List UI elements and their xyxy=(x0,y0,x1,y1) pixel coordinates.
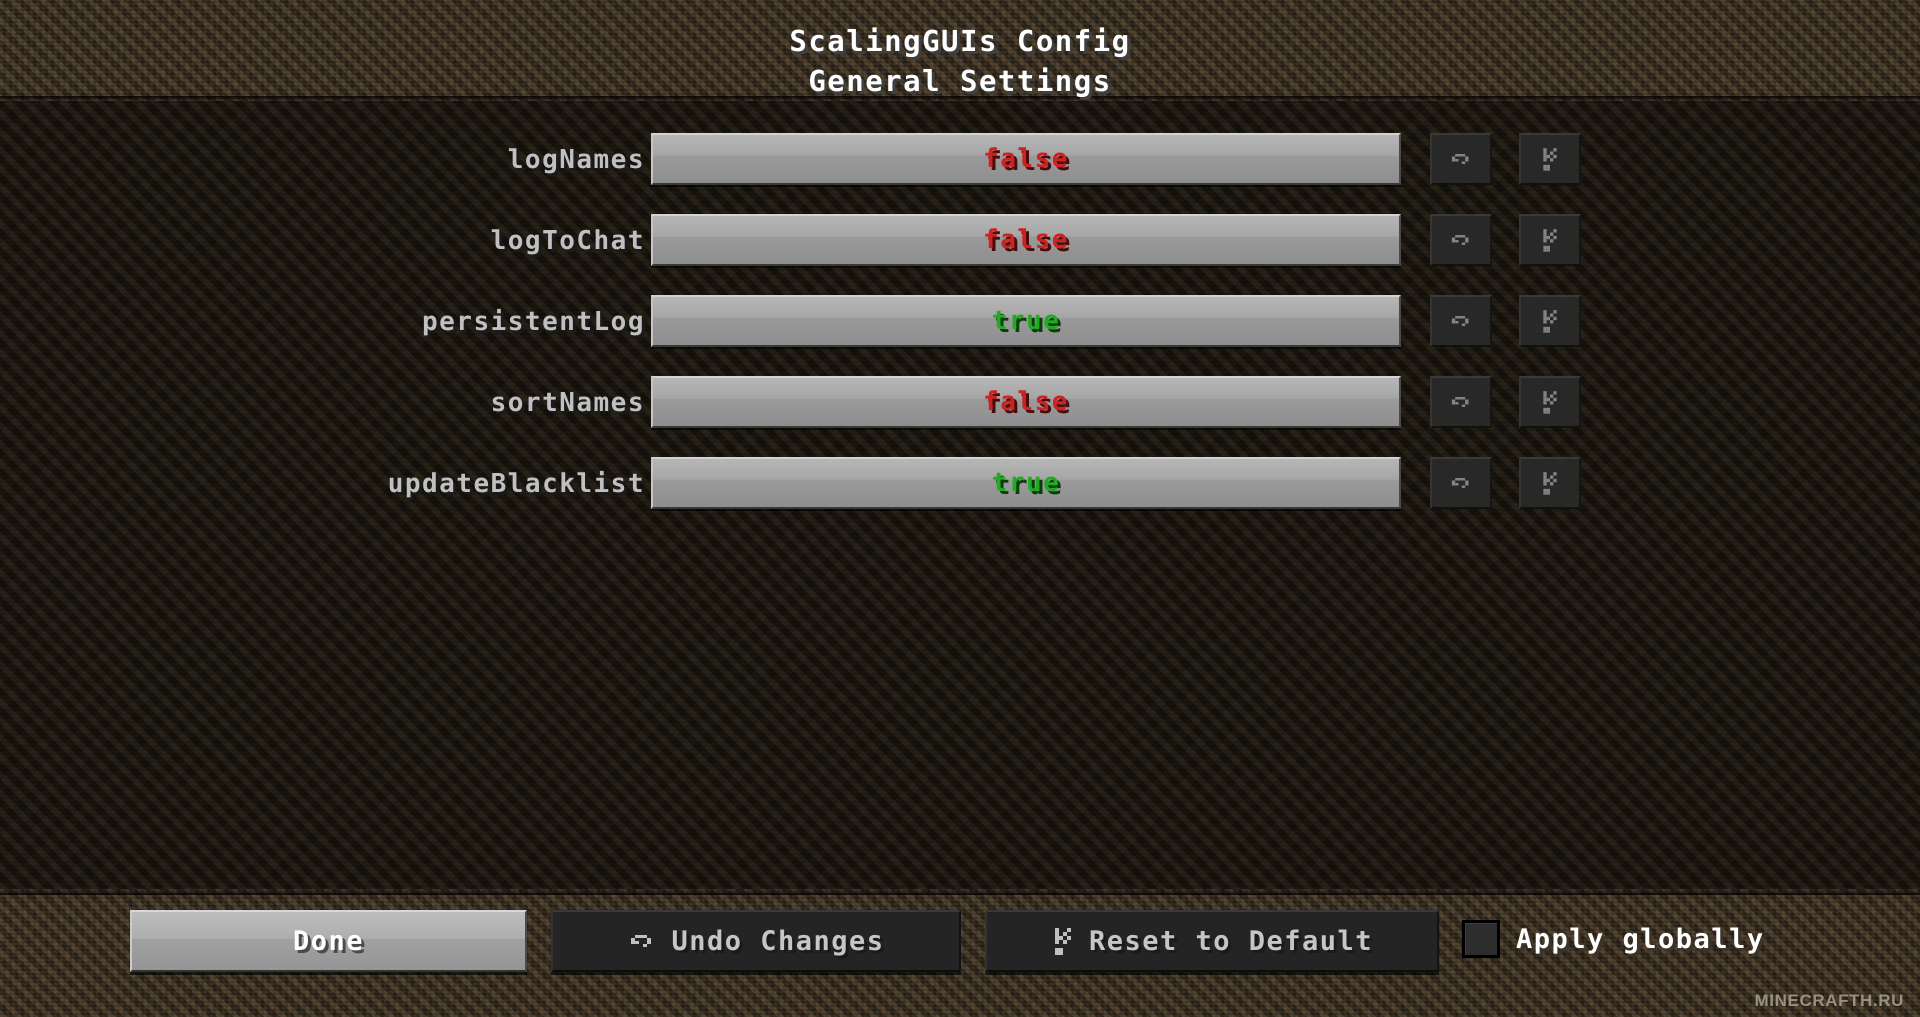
option-label: logNames xyxy=(507,145,645,175)
option-label: updateBlacklist xyxy=(387,469,645,499)
option-value-button[interactable]: false xyxy=(651,214,1401,266)
option-reset-button[interactable] xyxy=(1519,295,1581,347)
option-value-text: false xyxy=(983,225,1069,255)
option-undo-button[interactable] xyxy=(1430,457,1492,509)
option-reset-button[interactable] xyxy=(1519,376,1581,428)
reset-default-icon xyxy=(1051,926,1075,956)
option-undo-button[interactable] xyxy=(1430,214,1492,266)
option-label: persistentLog xyxy=(422,307,645,337)
option-row: updateBlacklist true xyxy=(0,457,1920,509)
done-button[interactable]: Done xyxy=(130,910,527,972)
undo-arrow-icon xyxy=(1448,230,1474,250)
option-undo-button[interactable] xyxy=(1430,295,1492,347)
undo-changes-label: Undo Changes xyxy=(671,925,885,957)
undo-arrow-icon xyxy=(1448,473,1474,493)
option-reset-button[interactable] xyxy=(1519,133,1581,185)
apply-globally-checkbox-row[interactable]: Apply globally xyxy=(1462,920,1765,958)
undo-changes-button[interactable]: Undo Changes xyxy=(551,910,961,972)
reset-default-icon xyxy=(1540,308,1560,334)
option-row: logNames false xyxy=(0,133,1920,185)
option-row: persistentLog true xyxy=(0,295,1920,347)
option-value-text: false xyxy=(983,387,1069,417)
option-reset-button[interactable] xyxy=(1519,457,1581,509)
undo-arrow-icon xyxy=(1448,149,1474,169)
option-value-button[interactable]: false xyxy=(651,376,1401,428)
done-button-label: Done xyxy=(292,925,365,957)
option-value-text: true xyxy=(991,468,1061,498)
reset-default-icon xyxy=(1540,389,1560,415)
minecraft-config-screen: ScalingGUIs Config General Settings logN… xyxy=(0,0,1920,1017)
option-reset-button[interactable] xyxy=(1519,214,1581,266)
reset-default-icon xyxy=(1540,146,1560,172)
site-watermark: MINECRAFTH.RU xyxy=(1754,991,1904,1010)
option-value-button[interactable]: true xyxy=(651,457,1401,509)
option-value-text: false xyxy=(983,144,1069,174)
option-label: logToChat xyxy=(490,226,645,256)
header-background xyxy=(0,0,1920,101)
reset-to-default-label: Reset to Default xyxy=(1088,925,1374,957)
undo-arrow-icon xyxy=(627,929,657,953)
apply-globally-label: Apply globally xyxy=(1516,923,1765,955)
option-row: logToChat false xyxy=(0,214,1920,266)
reset-default-icon xyxy=(1540,227,1560,253)
option-row: sortNames false xyxy=(0,376,1920,428)
reset-to-default-button[interactable]: Reset to Default xyxy=(985,910,1439,972)
option-value-button[interactable]: true xyxy=(651,295,1401,347)
apply-globally-checkbox[interactable] xyxy=(1462,920,1500,958)
option-undo-button[interactable] xyxy=(1430,376,1492,428)
option-value-button[interactable]: false xyxy=(651,133,1401,185)
footer-shadow-divider xyxy=(0,889,1920,895)
option-label: sortNames xyxy=(490,388,645,418)
undo-arrow-icon xyxy=(1448,311,1474,331)
undo-arrow-icon xyxy=(1448,392,1474,412)
reset-default-icon xyxy=(1540,470,1560,496)
option-undo-button[interactable] xyxy=(1430,133,1492,185)
option-value-text: true xyxy=(991,306,1061,336)
